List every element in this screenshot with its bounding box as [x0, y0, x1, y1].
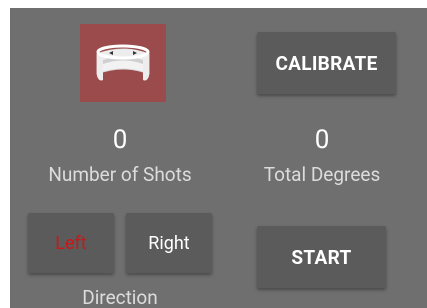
- direction-right-button[interactable]: Right: [126, 213, 212, 273]
- direction-label: Direction: [82, 286, 158, 308]
- start-button[interactable]: START: [257, 226, 386, 288]
- ring-icon: [96, 44, 150, 81]
- app-frame: CALIBRATE 0 Number of Shots 0 Total Degr…: [0, 0, 427, 308]
- calibrate-button[interactable]: CALIBRATE: [257, 32, 396, 94]
- ring-icon-tile[interactable]: [80, 24, 166, 102]
- degrees-total: 0: [314, 125, 330, 155]
- degrees-label: Total Degrees: [263, 163, 381, 186]
- direction-left-button[interactable]: Left: [28, 213, 114, 273]
- shots-count: 0: [112, 125, 128, 155]
- shots-label: Number of Shots: [48, 163, 192, 186]
- control-panel: CALIBRATE 0 Number of Shots 0 Total Degr…: [10, 8, 427, 308]
